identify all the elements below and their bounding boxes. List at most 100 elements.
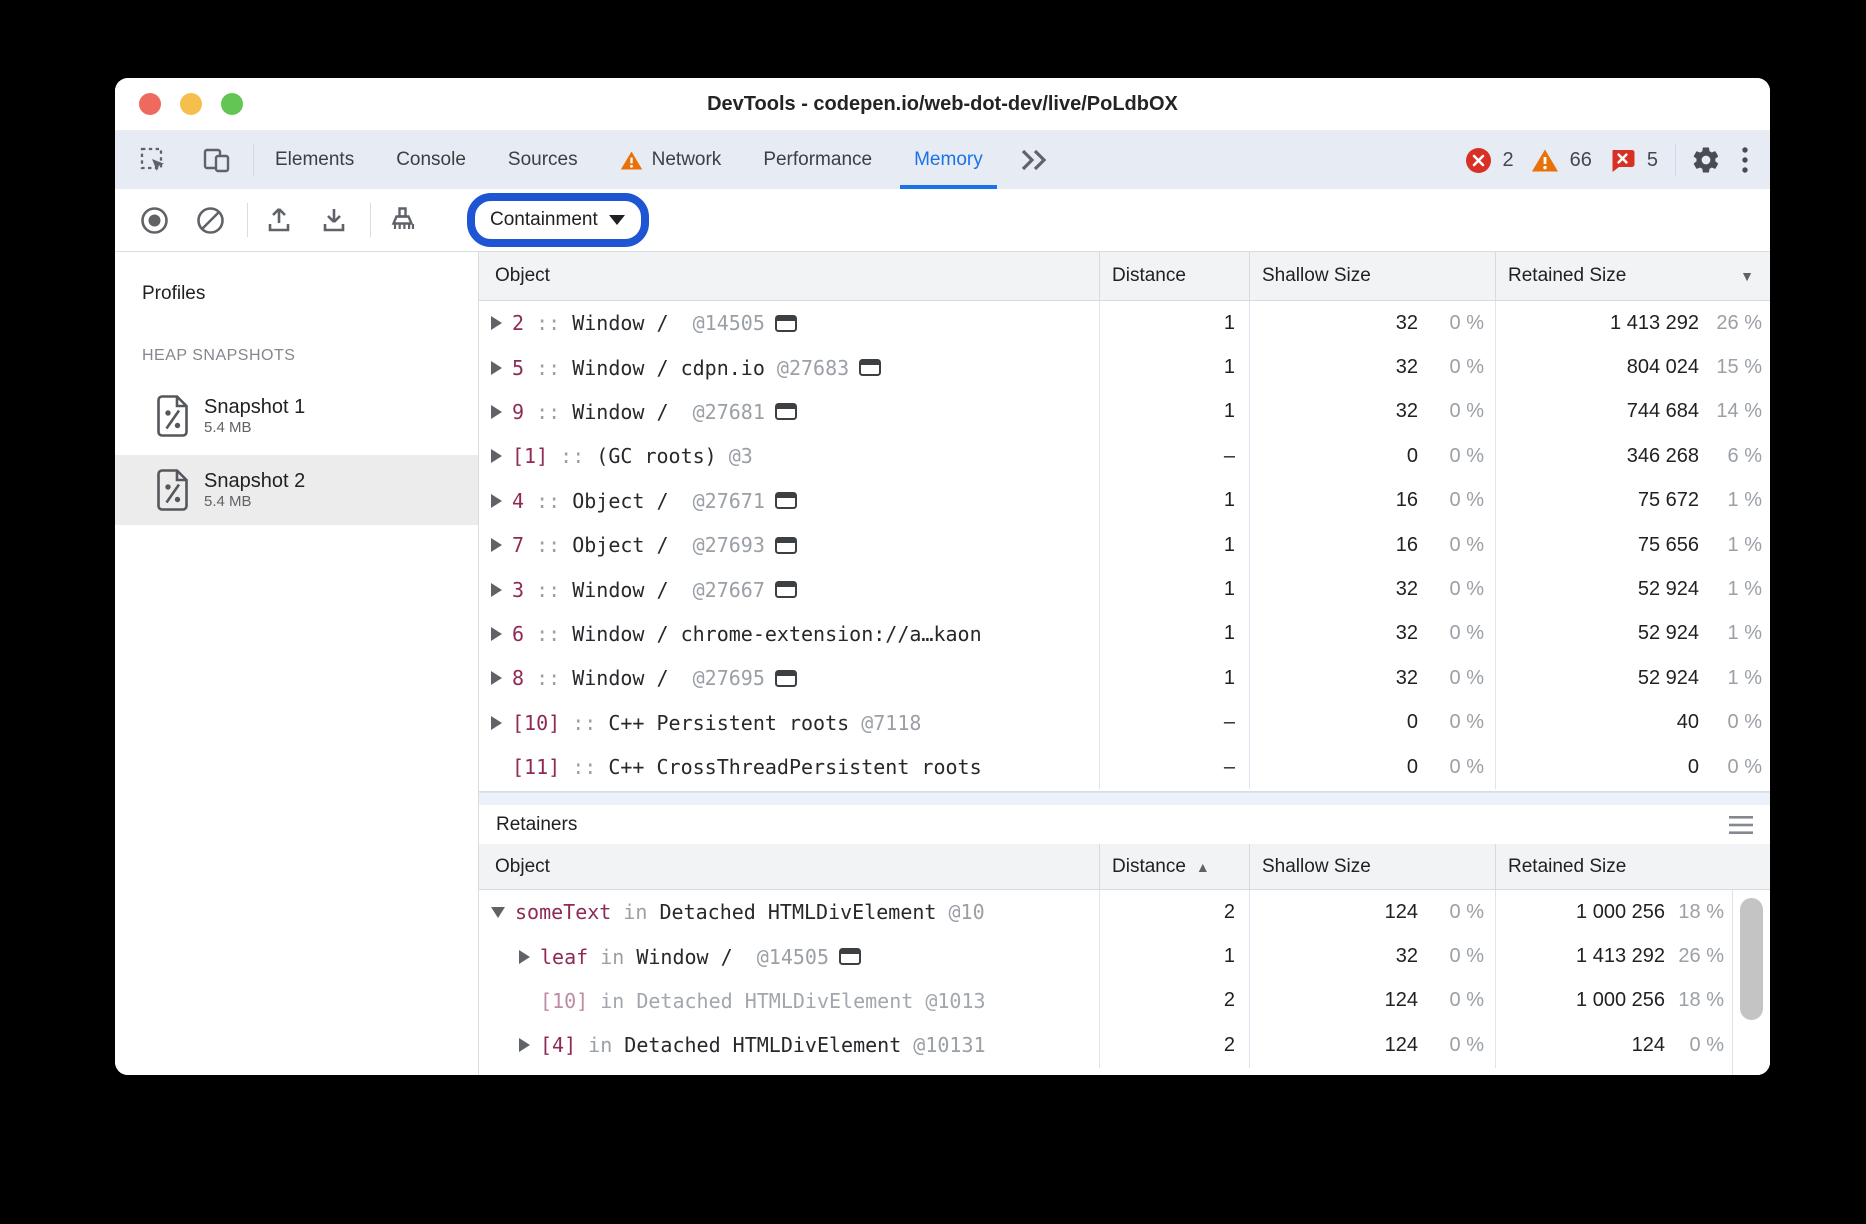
expand-arrow-icon[interactable]	[491, 316, 502, 330]
heap-object-row[interactable]: [11] :: C++ CrossThreadPersistent roots–…	[479, 745, 1770, 789]
object-id: @27693	[681, 533, 765, 557]
download-icon[interactable]	[319, 205, 349, 235]
expand-arrow-icon[interactable]	[491, 449, 502, 463]
snapshot-item[interactable]: Snapshot 25.4 MB	[115, 455, 478, 525]
issues-icon[interactable]	[1609, 147, 1636, 174]
separator-token: in	[588, 945, 636, 969]
object-cell: [10] :: C++ Persistent roots @7118	[479, 701, 1099, 745]
shallow-size-cell	[1249, 1068, 1495, 1075]
expand-arrow-icon[interactable]	[491, 538, 502, 552]
tab-elements[interactable]: Elements	[254, 131, 375, 189]
tab-console[interactable]: Console	[375, 131, 487, 189]
retained-size-cell: 1 000 25618 %	[1495, 979, 1770, 1023]
heap-object-row[interactable]: 8 :: Window / @276951320 %52 9241 %	[479, 656, 1770, 700]
column-header-retained-size[interactable]: Retained Size	[1495, 844, 1770, 889]
column-header-object[interactable]: Object	[479, 844, 1099, 889]
column-header-distance[interactable]: Distance ▲	[1099, 844, 1249, 889]
inspect-icon[interactable]	[135, 142, 171, 178]
error-icon[interactable]	[1465, 147, 1492, 174]
object-label: Window /	[572, 666, 680, 690]
column-header-shallow-size[interactable]: Shallow Size	[1249, 844, 1495, 889]
separator-token: in	[611, 900, 659, 924]
shallow-size-cell: 160 %	[1249, 523, 1495, 567]
heap-object-row[interactable]: [10] :: C++ Persistent roots @7118–00 %4…	[479, 701, 1770, 745]
snapshot-item[interactable]: Snapshot 15.4 MB	[115, 381, 478, 451]
object-label: Detached HTMLDivElement	[660, 900, 949, 924]
expand-arrow-icon[interactable]	[519, 1038, 530, 1052]
warning-icon[interactable]	[1531, 148, 1559, 173]
object-name: 7	[512, 533, 524, 557]
expand-arrow-icon[interactable]	[491, 583, 502, 597]
object-cell: someText in Detached HTMLDivElement @10	[479, 890, 1099, 934]
tab-sources[interactable]: Sources	[487, 131, 599, 189]
settings-gear-icon[interactable]	[1687, 141, 1725, 179]
heap-object-row[interactable]: [1] :: (GC roots) @3–00 %346 2686 %	[479, 434, 1770, 478]
shallow-size-cell-value: 32	[1250, 667, 1418, 690]
shallow-size-cell: 1240 %	[1249, 890, 1495, 934]
tab-network[interactable]: Network	[599, 131, 743, 189]
collapse-arrow-icon[interactable]	[491, 907, 505, 918]
error-count: 2	[1503, 149, 1514, 172]
heap-object-row[interactable]: 4 :: Object / @276711160 %75 6721 %	[479, 479, 1770, 523]
minimize-icon[interactable]	[180, 93, 202, 115]
retainer-row[interactable]: [10] in Detached HTMLDivElement @1013212…	[479, 979, 1770, 1023]
shallow-size-cell-percent: 0 %	[1418, 945, 1484, 968]
heap-object-row[interactable]: 3 :: Window / @276671320 %52 9241 %	[479, 567, 1770, 611]
record-icon[interactable]	[139, 205, 170, 236]
view-mode-dropdown[interactable]: Containment	[477, 203, 639, 237]
heap-object-row[interactable]: 7 :: Object / @276931160 %75 6561 %	[479, 523, 1770, 567]
expand-arrow-icon[interactable]	[491, 627, 502, 641]
retainers-header: Retainers	[479, 805, 1770, 844]
collect-garbage-icon[interactable]	[387, 205, 418, 236]
device-toolbar-icon[interactable]	[198, 142, 236, 178]
heap-object-row[interactable]: 6 :: Window / chrome-extension://a…kaon1…	[479, 612, 1770, 656]
shallow-size-cell-value: 32	[1250, 312, 1418, 335]
zoom-icon[interactable]	[221, 93, 243, 115]
expand-arrow-icon[interactable]	[491, 671, 502, 685]
column-header-shallow-size[interactable]: Shallow Size	[1249, 252, 1495, 300]
retainer-row[interactable]: [5] in Detached HTMLDivElement @1013	[479, 1068, 1770, 1075]
expand-arrow-icon[interactable]	[491, 361, 502, 375]
scrollbar-thumb[interactable]	[1740, 898, 1763, 1020]
close-icon[interactable]	[139, 93, 161, 115]
column-header-object[interactable]: Object	[479, 252, 1099, 300]
retainer-row[interactable]: leaf in Window / @145051320 %1 413 29226…	[479, 934, 1770, 978]
object-name: 6	[512, 622, 524, 646]
shallow-size-cell-percent: 0 %	[1418, 622, 1484, 645]
hamburger-icon[interactable]	[1728, 815, 1754, 835]
tab-memory[interactable]: Memory	[893, 131, 1004, 189]
heap-snapshots-section-label: HEAP SNAPSHOTS	[142, 347, 478, 365]
retained-size-cell	[1495, 1068, 1770, 1075]
retained-size-cell-percent: 18 %	[1665, 901, 1724, 924]
vertical-scrollbar[interactable]	[1732, 890, 1770, 1075]
object-label: Window /	[572, 400, 680, 424]
expand-arrow-icon[interactable]	[491, 405, 502, 419]
object-label: C++ Persistent roots	[608, 711, 861, 735]
clear-icon[interactable]	[195, 205, 226, 236]
expand-arrow-icon[interactable]	[519, 950, 530, 964]
retainer-row[interactable]: [4] in Detached HTMLDivElement @10131212…	[479, 1023, 1770, 1067]
tab-performance[interactable]: Performance	[742, 131, 893, 189]
upload-icon[interactable]	[264, 205, 294, 235]
heap-object-row[interactable]: 5 :: Window / cdpn.io @276831320 %804 02…	[479, 345, 1770, 389]
retained-size-cell-value: 1 000 256	[1496, 901, 1665, 924]
heap-object-row[interactable]: 2 :: Window / @145051320 %1 413 29226 %	[479, 301, 1770, 345]
object-label: Detached HTMLDivElement	[636, 989, 925, 1013]
object-label: Object /	[572, 533, 680, 557]
expand-arrow-icon[interactable]	[491, 494, 502, 508]
shallow-size-cell: 00 %	[1249, 434, 1495, 478]
tab-label: Performance	[763, 149, 872, 171]
expand-arrow-icon[interactable]	[491, 716, 502, 730]
distance-cell	[1099, 1068, 1249, 1075]
shallow-size-cell-value: 0	[1250, 756, 1418, 779]
distance-cell-value: 1	[1100, 489, 1235, 512]
distance-cell: 1	[1099, 301, 1249, 345]
retained-size-cell: 804 02415 %	[1495, 345, 1770, 389]
retainer-row[interactable]: someText in Detached HTMLDivElement @102…	[479, 890, 1770, 934]
pane-splitter[interactable]	[479, 792, 1770, 805]
column-header-distance[interactable]: Distance	[1099, 252, 1249, 300]
column-header-retained-size[interactable]: Retained Size ▼	[1495, 252, 1770, 300]
kebab-menu-icon[interactable]	[1736, 141, 1754, 179]
more-tabs-icon[interactable]	[1004, 131, 1064, 189]
heap-object-row[interactable]: 9 :: Window / @276811320 %744 68414 %	[479, 390, 1770, 434]
